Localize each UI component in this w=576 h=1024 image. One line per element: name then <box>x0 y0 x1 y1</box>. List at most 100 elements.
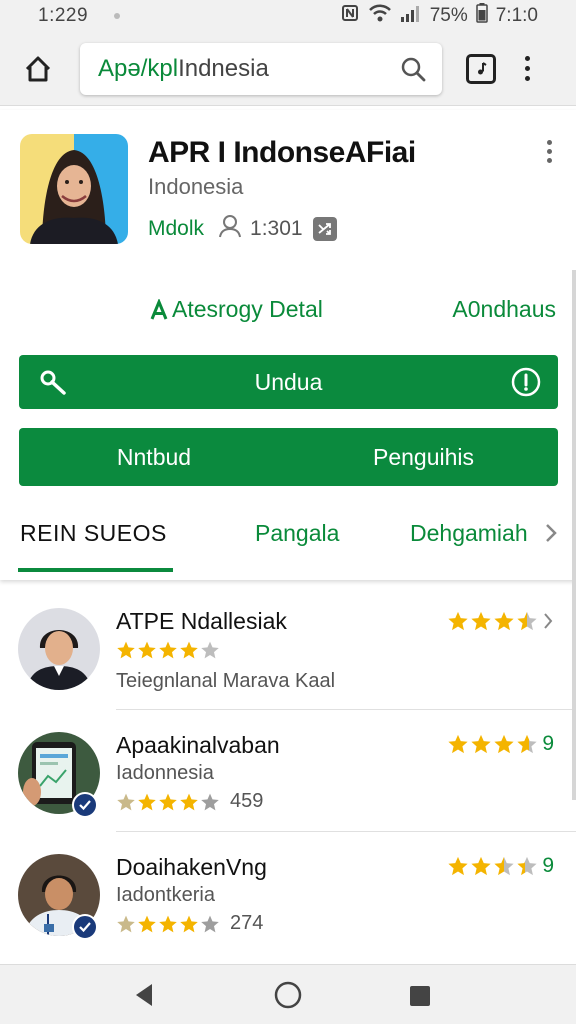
home-button[interactable] <box>16 47 60 91</box>
tabs-switcher-button[interactable] <box>466 53 496 84</box>
star-icon <box>494 611 514 631</box>
star-half-icon <box>517 856 537 876</box>
split-action-button: Nntbud Penguihis <box>19 428 558 486</box>
list-item[interactable]: ATPE Ndallesiak Teiegnlanal Marava Kaal <box>0 588 576 710</box>
battery-icon <box>475 3 488 29</box>
inline-rating: 459 <box>116 790 263 813</box>
star-rating <box>116 914 220 934</box>
signal-icon <box>400 3 422 29</box>
star-icon <box>159 641 177 659</box>
right-star-rating <box>447 855 538 877</box>
app-header-card: APR I IndonseAFiai Indonesia Mdolk 1:301… <box>0 110 576 580</box>
tab-reviews[interactable]: REIN SUEOS <box>20 520 167 547</box>
avatar <box>18 608 100 690</box>
item-subtitle: Iadontkeria <box>116 884 215 906</box>
star-icon <box>138 641 156 659</box>
back-triangle-icon <box>136 984 152 1006</box>
card-more-button[interactable] <box>547 140 552 163</box>
wifi-icon <box>368 3 392 29</box>
star-icon <box>448 856 468 876</box>
music-note-icon <box>478 61 487 74</box>
nfc-icon <box>340 3 360 29</box>
system-nav-bar <box>0 964 576 1024</box>
info-icon[interactable] <box>510 366 542 404</box>
home-nav-button[interactable] <box>273 980 303 1015</box>
key-icon <box>39 369 67 401</box>
left-action-button[interactable]: Nntbud <box>19 428 289 486</box>
item-subtitle: Iadonnesia <box>116 762 214 784</box>
verified-badge-icon <box>72 792 98 818</box>
notification-dot-icon <box>114 13 121 19</box>
app-icon[interactable] <box>20 134 128 244</box>
star-empty-icon <box>201 641 219 659</box>
chevron-right-icon[interactable] <box>544 522 558 550</box>
star-icon <box>117 641 135 659</box>
scrollbar[interactable] <box>572 270 576 800</box>
star-half-icon <box>117 915 135 932</box>
browser-toolbar: Apə/kpl Indnesia <box>0 32 576 106</box>
menu-dot-icon <box>524 56 530 61</box>
tab-row: REIN SUEOS Pangala Dehgamiah <box>0 510 576 570</box>
right-action-button[interactable]: Penguihis <box>289 428 558 486</box>
browser-menu-button[interactable] <box>522 56 532 81</box>
star-half-icon <box>117 793 135 810</box>
star-empty-icon <box>201 793 219 810</box>
battery-percent: 75% <box>429 5 468 26</box>
star-icon <box>159 915 177 932</box>
developer-link[interactable]: Mdolk <box>148 217 204 241</box>
right-rating: 9 <box>447 732 554 756</box>
inline-stars <box>116 640 220 660</box>
primary-button-label: Undua <box>254 368 323 395</box>
back-button[interactable] <box>132 981 156 1014</box>
rating-count: 274 <box>230 912 264 934</box>
user-icon <box>218 214 242 244</box>
star-icon <box>180 915 198 932</box>
url-host: Apə/kpl <box>98 54 179 82</box>
links-row: Atesrogy Detal A0ndhaus <box>0 296 576 326</box>
rating-count: 459 <box>230 790 264 812</box>
star-icon <box>138 793 156 810</box>
app-meta: Mdolk 1:301 <box>148 214 337 244</box>
tab-pangala[interactable]: Pangala <box>255 520 339 547</box>
star-icon <box>138 915 156 932</box>
primary-download-button[interactable]: Undua <box>19 355 558 409</box>
star-rating <box>116 792 220 812</box>
address-bar[interactable]: Apə/kpl Indnesia <box>80 42 442 95</box>
search-button[interactable] <box>398 54 428 84</box>
star-icon <box>180 793 198 810</box>
category-link-label: Atesrogy Detal <box>172 296 323 322</box>
chevron-right-icon[interactable] <box>542 611 554 631</box>
recents-button[interactable] <box>408 984 432 1013</box>
star-icon <box>180 641 198 659</box>
menu-dot-icon <box>524 66 530 71</box>
search-icon <box>401 57 426 81</box>
user-count: 1:301 <box>250 217 303 240</box>
star-empty-icon <box>201 915 219 932</box>
app-title: APR I IndonseAFiai <box>148 136 416 169</box>
star-half-icon <box>517 611 537 631</box>
review-list: ATPE Ndallesiak Teiegnlanal Marava Kaal <box>0 588 576 954</box>
list-item[interactable]: DoaihakenVng Iadontkeria 274 9 <box>0 832 576 954</box>
inline-rating: 274 <box>116 912 263 935</box>
star-icon <box>448 734 468 754</box>
more-dot-icon <box>547 149 552 154</box>
item-description: Teiegnlanal Marava Kaal <box>116 670 336 692</box>
item-title: DoaihakenVng <box>116 854 267 880</box>
star-icon <box>494 734 514 754</box>
star-icon <box>471 611 491 631</box>
menu-dot-icon <box>524 76 530 81</box>
home-circle-icon <box>274 981 302 1009</box>
more-dot-icon <box>547 140 552 145</box>
home-icon <box>25 56 51 81</box>
star-rating <box>116 640 220 660</box>
list-item[interactable]: Apaakinalvaban Iadonnesia 459 9 <box>0 710 576 832</box>
rating-label: 9 <box>542 732 554 755</box>
star-icon <box>448 611 468 631</box>
right-link[interactable]: A0ndhaus <box>452 296 556 323</box>
tab-dehgamiah[interactable]: Dehgamiah <box>410 520 528 547</box>
status-time: 1:229 <box>38 5 89 26</box>
tab-indicator <box>18 568 173 572</box>
category-link[interactable]: Atesrogy Detal <box>150 296 323 323</box>
item-title: ATPE Ndallesiak <box>116 608 287 634</box>
right-star-rating <box>447 610 538 632</box>
